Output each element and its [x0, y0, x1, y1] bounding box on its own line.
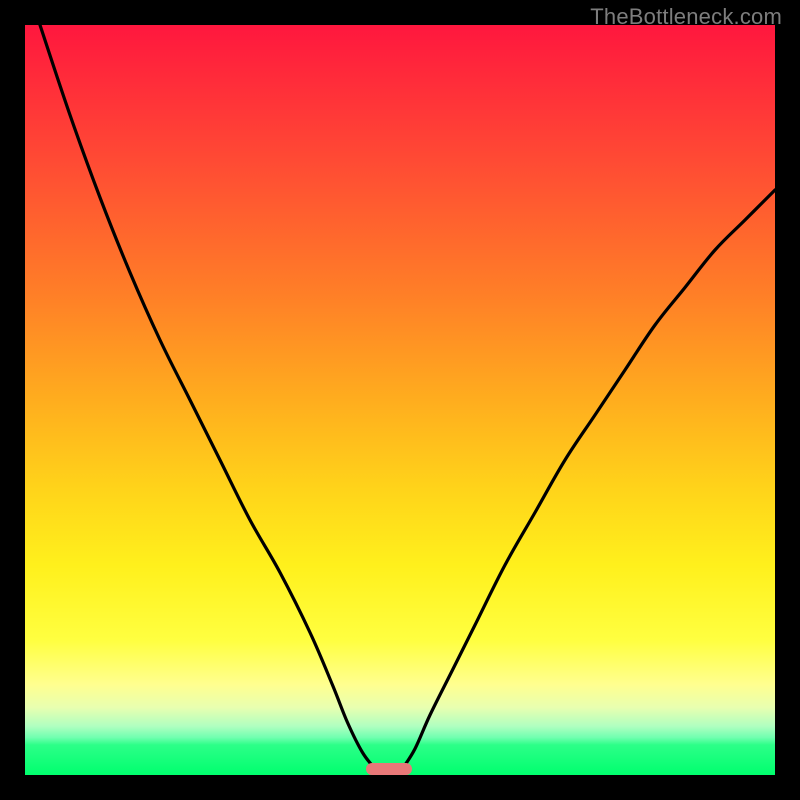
left-curve — [40, 25, 375, 769]
bottleneck-marker — [366, 763, 412, 775]
curve-layer — [25, 25, 775, 775]
right-curve — [402, 190, 775, 769]
plot-area — [25, 25, 775, 775]
chart-frame: { "watermark": "TheBottleneck.com", "col… — [0, 0, 800, 800]
